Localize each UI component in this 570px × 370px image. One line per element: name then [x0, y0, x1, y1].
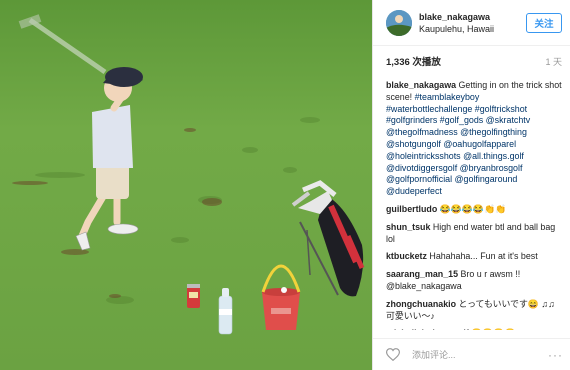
caption-username[interactable]: blake_nakagawa	[386, 80, 456, 90]
post-stats: 1,336 次播放 1 天	[373, 46, 570, 76]
comment-bar: 添加评论... ···	[373, 338, 570, 370]
avatar[interactable]	[386, 9, 412, 36]
post-header: blake_nakagawa Kaupulehu, Hawaii 关注	[373, 0, 570, 46]
post-location[interactable]: Kaupulehu, Hawaii	[419, 23, 526, 35]
post-video[interactable]	[0, 0, 372, 370]
comment-text: Hahahaha... Fun at it's best	[429, 251, 538, 262]
comment-username[interactable]: zhongchuanakio	[386, 299, 456, 309]
comment-username[interactable]: saarang_man_15	[386, 269, 458, 279]
view-count: 1,336 次播放	[386, 57, 441, 68]
list-item: guilbertludo 😂😂😂😂👏👏	[386, 204, 563, 216]
post-age[interactable]: 1 天	[545, 55, 562, 68]
comment-username[interactable]: shun_tsuk	[386, 222, 430, 232]
heart-icon[interactable]	[386, 348, 400, 362]
list-item: zhongchuanakio とってもいいです😄 ♫♫ 可愛いい～♪	[386, 299, 563, 323]
video-frame	[0, 0, 372, 370]
list-item: ktbucketz Hahahaha... Fun at it's best	[386, 251, 563, 263]
caption-hashtags[interactable]: #teamblakeyboy #waterbottlechallenge #go…	[386, 92, 530, 196]
author-username[interactable]: blake_nakagawa	[419, 11, 526, 23]
more-options-button[interactable]: ···	[548, 348, 563, 362]
comment-username[interactable]: ktbucketz	[386, 251, 427, 261]
comment-text: 😍😍😍😍	[471, 328, 515, 330]
instagram-post: blake_nakagawa Kaupulehu, Hawaii 关注 1,33…	[0, 0, 570, 370]
post-author: blake_nakagawa Kaupulehu, Hawaii	[419, 11, 526, 35]
avatar-image-icon	[386, 9, 412, 36]
caption: blake_nakagawa Getting in on the trick s…	[386, 80, 563, 198]
comment-text: 😂😂😂😂👏👏	[439, 203, 507, 214]
list-item: shun_tsuk High end water btl and ball ba…	[386, 222, 563, 246]
comment-list[interactable]: blake_nakagawa Getting in on the trick s…	[373, 80, 570, 330]
list-item: michelleholmesgolf 😍😍😍😍	[386, 328, 563, 330]
post-sidebar: blake_nakagawa Kaupulehu, Hawaii 关注 1,33…	[372, 0, 570, 370]
list-item: saarang_man_15 Bro u r awsm !! @blake_na…	[386, 269, 563, 293]
add-comment-input[interactable]: 添加评论...	[412, 348, 548, 361]
comment-username[interactable]: michelleholmesgolf	[386, 328, 469, 330]
follow-button[interactable]: 关注	[526, 12, 562, 33]
comment-username[interactable]: guilbertludo	[386, 204, 437, 214]
